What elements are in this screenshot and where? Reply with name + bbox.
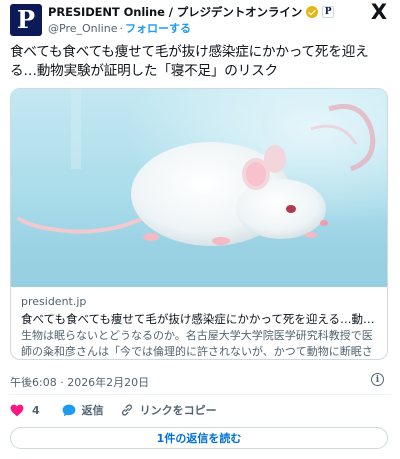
mouse-photo	[11, 89, 387, 287]
tweet-timestamp[interactable]: 午後6:08 · 2026年2月20日	[10, 374, 149, 390]
copy-link-label: リンクをコピー	[139, 404, 217, 417]
link-icon	[121, 404, 132, 416]
heart-icon	[10, 404, 24, 416]
x-logo-icon[interactable]: X	[369, 2, 389, 23]
verified-badge-icon	[306, 6, 319, 18]
card-domain: president.jp	[21, 295, 87, 308]
card-image-mouse[interactable]	[11, 89, 387, 287]
affiliate-badge-icon: P	[322, 6, 335, 18]
read-replies-button[interactable]: 1件の返信を読む	[10, 427, 388, 449]
info-icon[interactable]: i	[371, 373, 384, 386]
reply-bubble-icon	[62, 404, 76, 416]
like-button[interactable]: 4	[10, 404, 40, 417]
follow-button[interactable]: フォローする	[125, 22, 191, 35]
account-handle[interactable]: @Pre_Online	[48, 22, 117, 35]
avatar-logo-letter: P	[16, 5, 36, 34]
divider	[10, 394, 390, 395]
account-avatar[interactable]: P	[10, 4, 42, 36]
separator-dot: ·	[119, 22, 123, 35]
like-count: 4	[32, 403, 40, 417]
reply-button[interactable]: 返信	[62, 402, 104, 418]
reply-label: 返信	[81, 404, 104, 417]
tweet-text: 食べても食べても痩せて毛が抜け感染症にかかって死を迎える…動物実験が証明した「寝…	[10, 44, 369, 79]
action-bar: 4 返信 リンクをコピー	[10, 402, 217, 418]
name-row: PRESIDENT Online / プレジデントオンライン P	[48, 4, 335, 20]
card-body: president.jp 食べても食べても痩せて毛が抜け感染症にかかって死を迎え…	[21, 295, 379, 359]
copy-link-button[interactable]: リンクをコピー	[120, 402, 217, 418]
handle-row: @Pre_Online · フォローする	[48, 20, 191, 36]
embedded-tweet: P PRESIDENT Online / プレジデントオンライン P @Pre_…	[0, 0, 400, 459]
card-description: 生物は眠らないとどうなるのか。名古屋大学大学院医学研究科教授で医師の粂和彦さんは…	[21, 329, 373, 358]
card-title[interactable]: 食べても食べても痩せて毛が抜け感染症にかかって死を迎える…動物実験が証明した「寝…	[21, 311, 379, 327]
display-name[interactable]: PRESIDENT Online / プレジデントオンライン	[48, 4, 302, 20]
link-card[interactable]: president.jp 食べても食べても痩せて毛が抜け感染症にかかって死を迎え…	[10, 88, 388, 360]
